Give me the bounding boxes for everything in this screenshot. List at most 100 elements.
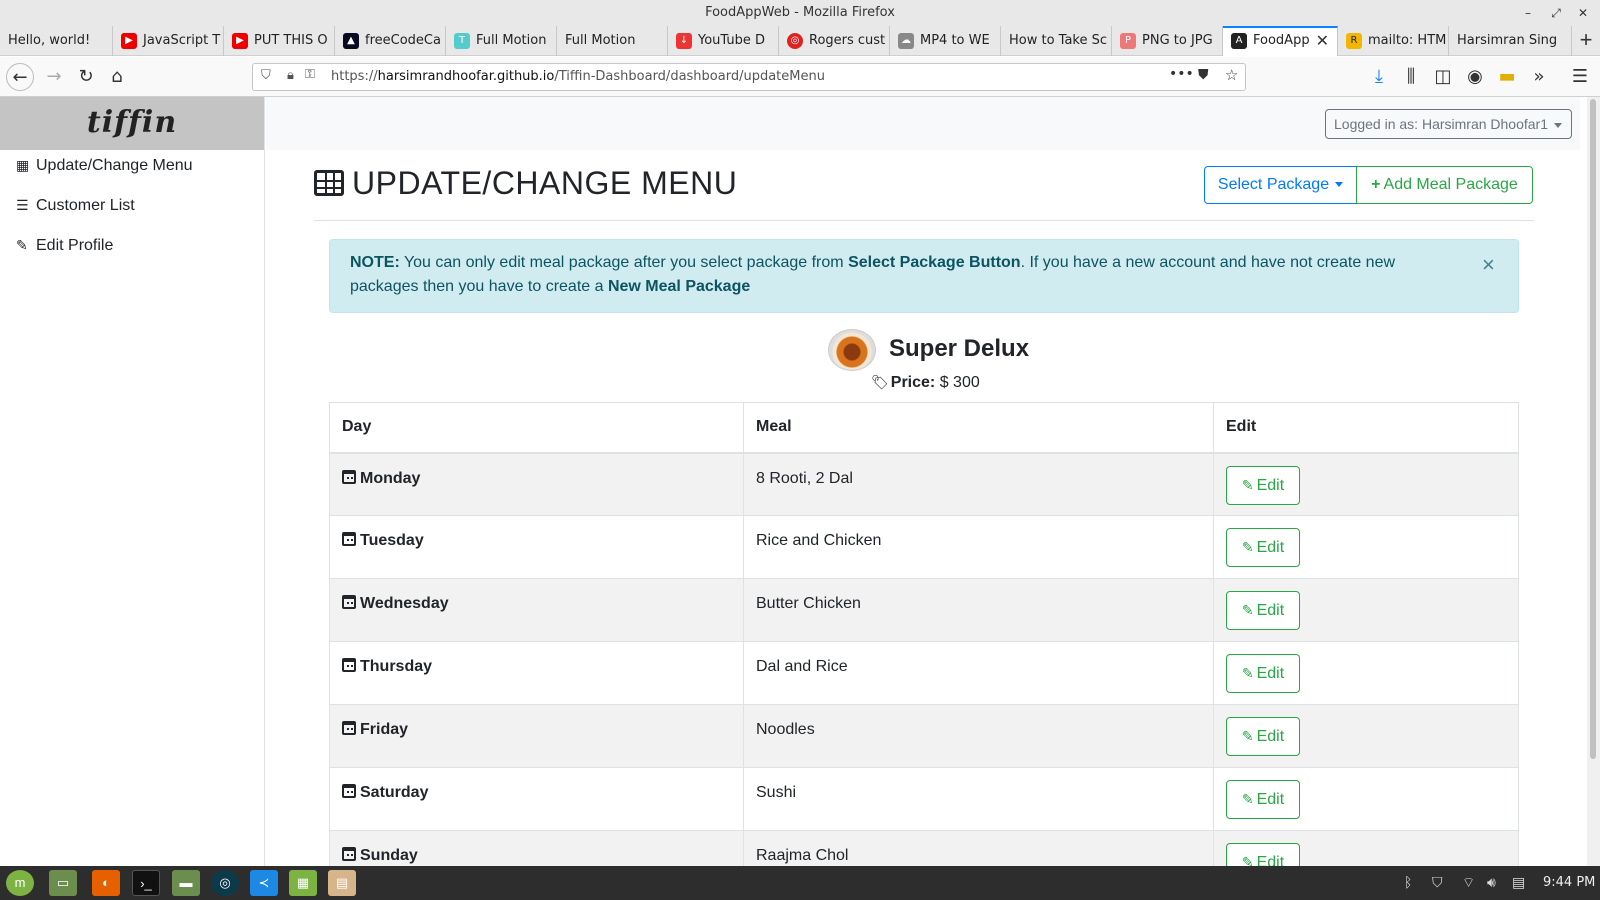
clipboard-icon[interactable]: ▤ xyxy=(1512,874,1525,891)
tab-7[interactable]: ◎ Rogers cust xyxy=(779,26,890,56)
tab-label: Hello, world! xyxy=(8,33,91,48)
package-image xyxy=(828,329,876,371)
key-icon[interactable]: ⚿ xyxy=(305,67,315,82)
edit-button[interactable]: ✎ Edit xyxy=(1226,591,1300,630)
edit-icon: ✎ xyxy=(1241,791,1254,807)
tab-0[interactable]: Hello, world! xyxy=(0,26,113,56)
clock[interactable]: 9:44 PM xyxy=(1543,875,1595,890)
edit-cell: ✎ Edit xyxy=(1213,767,1519,831)
edit-label: Edit xyxy=(1256,791,1285,808)
pocket-icon[interactable]: ⛊ xyxy=(1198,67,1209,83)
library-icon[interactable]: ⫼ xyxy=(1397,63,1425,91)
sidebar-item-label: Customer List xyxy=(36,197,135,214)
tab-8[interactable]: ☁ MP4 to WE xyxy=(890,26,1001,56)
youtube-icon: ▶ xyxy=(121,32,137,49)
sidebar-item-customer-list[interactable]: ☰ Customer List xyxy=(16,197,135,215)
wifi-icon[interactable]: ⌔ xyxy=(1462,874,1475,892)
day-cell: Wednesday xyxy=(329,578,744,642)
day-cell: Tuesday xyxy=(329,515,744,579)
mint-menu-icon[interactable]: m xyxy=(6,870,34,896)
account-icon[interactable]: ◉ xyxy=(1461,63,1489,91)
calendar-icon xyxy=(342,721,356,735)
calculator-icon[interactable]: ▦ xyxy=(289,870,317,896)
edit-button[interactable]: ✎ Edit xyxy=(1226,654,1300,693)
day-label: Thursday xyxy=(360,658,433,675)
edit-button[interactable]: ✎ Edit xyxy=(1226,717,1300,756)
close-tab-icon[interactable]: ✕ xyxy=(1316,28,1329,54)
gitkraken-icon[interactable]: ◎ xyxy=(211,870,239,896)
extension-icon[interactable]: ▬ xyxy=(1493,63,1521,91)
tab-4[interactable]: T Full Motion xyxy=(446,26,557,56)
edit-button[interactable]: ✎ Edit xyxy=(1226,528,1300,567)
tab-10[interactable]: P PNG to JPG xyxy=(1112,26,1223,56)
tab-12[interactable]: Rmailto: HTM xyxy=(1338,26,1449,56)
close-window-icon[interactable]: ✕ xyxy=(1570,0,1596,26)
rogers-icon: ◎ xyxy=(787,32,803,49)
forward-icon[interactable]: → xyxy=(40,63,68,91)
tab-5[interactable]: Full Motion xyxy=(557,26,668,56)
sidebar-item-edit-profile[interactable]: ✎ Edit Profile xyxy=(16,237,113,255)
volume-icon[interactable]: 🔊︎ xyxy=(1487,874,1496,891)
t-icon: T xyxy=(454,32,470,49)
overflow-icon[interactable]: » xyxy=(1525,63,1553,91)
tab-1[interactable]: ▶ JavaScript T xyxy=(113,26,224,56)
tab-label: PUT THIS O xyxy=(254,33,328,48)
bookmark-star-icon[interactable]: ☆ xyxy=(1225,66,1238,84)
tab-11-active[interactable]: A FoodApp ✕ xyxy=(1223,26,1338,56)
scrollbar-thumb[interactable] xyxy=(1590,99,1596,759)
back-icon[interactable]: ← xyxy=(6,63,34,91)
firefox-icon[interactable]: ◐ xyxy=(92,870,120,896)
edit-button[interactable]: ✎ Edit xyxy=(1226,465,1300,505)
day-label: Sunday xyxy=(360,847,418,864)
freecodecamp-icon: ▲ xyxy=(343,32,359,49)
new-tab-button[interactable]: + xyxy=(1572,26,1600,56)
vscode-icon[interactable]: ≺ xyxy=(250,870,278,896)
reload-icon[interactable]: ↻ xyxy=(72,63,100,91)
url-text: https://harsimrandhoofar.github.io/Tiffi… xyxy=(331,64,825,90)
edit-icon: ✎ xyxy=(1241,476,1254,493)
show-desktop-icon[interactable]: ▭ xyxy=(49,870,77,896)
url-path: /Tiffin-Dashboard/dashboard/updateMenu xyxy=(554,69,825,84)
price-label: Price: xyxy=(890,374,936,391)
tab-2[interactable]: ▶ PUT THIS O xyxy=(224,26,335,56)
home-icon[interactable]: ⌂ xyxy=(103,63,131,91)
sidebar-toggle-icon[interactable]: ◫ xyxy=(1429,63,1457,91)
day-cell: Thursday xyxy=(329,641,744,705)
window-title-bar: FoodAppWeb - Mozilla Firefox – ⤢ ✕ xyxy=(0,0,1600,26)
select-package-button[interactable]: Select Package xyxy=(1204,166,1357,204)
terminal-icon[interactable]: ›_ xyxy=(132,870,160,896)
downloads-icon[interactable]: ⤓ xyxy=(1365,63,1393,91)
shield-update-icon[interactable]: ⛉ xyxy=(1432,874,1443,891)
sidebar-item-update-menu[interactable]: ▦ Update/Change Menu xyxy=(16,157,193,175)
edit-icon: ✎ xyxy=(16,237,28,253)
tab-3[interactable]: ▲ freeCodeCa xyxy=(335,26,446,56)
tab-13[interactable]: Harsimran Sing xyxy=(1449,26,1572,56)
column-header-meal: Meal xyxy=(743,402,1214,454)
maximize-icon[interactable]: ⤢ xyxy=(1543,0,1569,26)
files-icon[interactable]: ▬ xyxy=(172,870,200,896)
url-bar[interactable]: ⛉ 🔒︎ ⚿ https://harsimrandhoofar.github.i… xyxy=(252,63,1246,91)
page-scrollbar[interactable] xyxy=(1587,97,1600,866)
tab-9[interactable]: How to Take Sc xyxy=(1001,26,1112,56)
user-label: Logged in as: Harsimran Dhoofar1 xyxy=(1334,116,1549,132)
page-actions-icon[interactable]: ••• xyxy=(1169,66,1194,82)
add-meal-package-button[interactable]: + Add Meal Package xyxy=(1356,166,1533,204)
user-dropdown[interactable]: Logged in as: Harsimran Dhoofar1 xyxy=(1325,109,1572,139)
close-icon[interactable]: × xyxy=(1482,252,1495,278)
menu-icon[interactable]: ☰ xyxy=(1566,63,1594,91)
url-host: harsimrandhoofar.github.io xyxy=(377,69,555,84)
bluetooth-icon[interactable]: ᛒ xyxy=(1404,874,1412,890)
price-value: $ 300 xyxy=(935,374,980,391)
download-icon: ↓ xyxy=(676,32,692,49)
edit-label: Edit xyxy=(1256,665,1285,682)
list-icon: ☰ xyxy=(16,197,29,213)
lock-icon[interactable]: 🔒︎ xyxy=(287,68,294,83)
tab-label: FoodApp xyxy=(1253,33,1310,48)
os-taskbar: m ▭ ◐ ›_ ▬ ◎ ≺ ▦ ▤ ᛒ ⛉ ⌔ 🔊︎ ▤ 9:44 PM xyxy=(0,866,1600,900)
minimize-icon[interactable]: – xyxy=(1515,0,1541,26)
edit-button[interactable]: ✎ Edit xyxy=(1226,780,1300,819)
brand-logo[interactable]: tiffin xyxy=(0,97,264,150)
archive-icon[interactable]: ▤ xyxy=(328,870,356,896)
shield-icon[interactable]: ⛉ xyxy=(261,68,271,83)
tab-6[interactable]: ↓ YouTube D xyxy=(668,26,779,56)
